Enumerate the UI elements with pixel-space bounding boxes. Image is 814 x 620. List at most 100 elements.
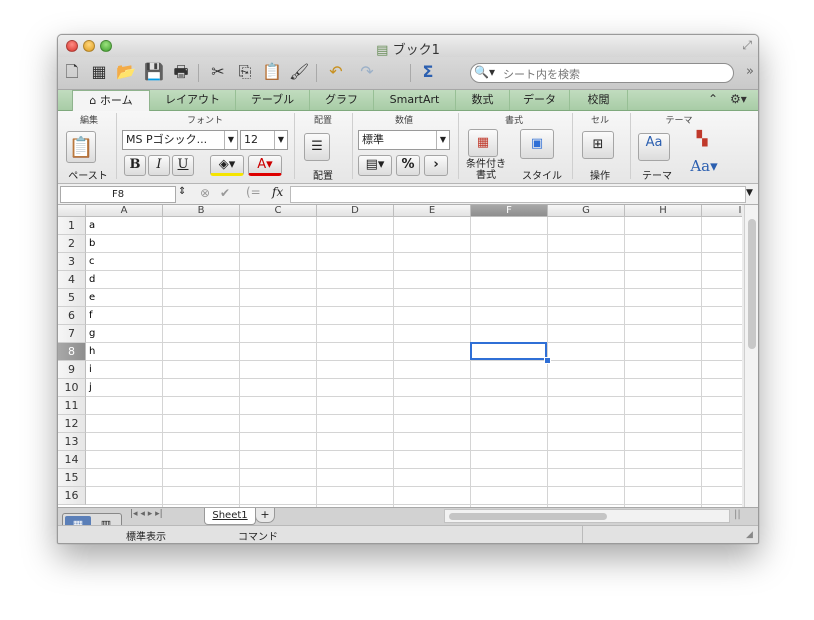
theme-fonts-icon[interactable]: Aa▾ [684,157,724,175]
fill-handle[interactable] [544,357,551,364]
collapse-ribbon-icon[interactable]: ⌃ [708,92,718,106]
fill-color-icon[interactable]: ◈▾ [210,155,244,176]
undo-icon[interactable]: ↶ [326,62,346,82]
enter-icon[interactable]: ✔ [220,186,230,200]
cut-icon[interactable]: ✂ [208,62,228,82]
row-header-1[interactable]: 1 [58,217,86,235]
column-header-A[interactable]: A [86,205,163,217]
vertical-scrollbar[interactable] [744,205,758,507]
row-header-14[interactable]: 14 [58,451,86,469]
tab-chart[interactable]: グラフ [310,90,374,110]
add-sheet-button[interactable]: + [255,508,275,523]
cell-A7[interactable]: g [89,325,95,343]
row-header-7[interactable]: 7 [58,325,86,343]
row-header-10[interactable]: 10 [58,379,86,397]
row-header-5[interactable]: 5 [58,289,86,307]
cell-styles-icon[interactable]: ▣ [520,129,554,159]
copy-icon[interactable]: ⎘ [235,62,255,82]
conditional-format-icon[interactable]: ▦ [468,129,498,157]
themes-icon[interactable]: Aa [638,133,670,161]
paste-icon[interactable]: 📋 [262,62,282,82]
vertical-scroll-thumb[interactable] [748,219,756,349]
selected-cell-F8[interactable] [470,342,547,360]
percent-button[interactable]: % [396,155,420,176]
save-icon[interactable]: 💾 [144,62,164,82]
name-box-stepper-icon[interactable]: ⇕ [178,186,186,197]
column-header-B[interactable]: B [163,205,240,217]
tab-formulas[interactable]: 数式 [456,90,510,110]
autosum-icon[interactable]: Σ [418,62,438,82]
font-name-select[interactable]: MS Pゴシック... ▼ [122,130,238,150]
split-handle-icon[interactable]: || [734,509,741,520]
formula-input[interactable] [290,186,746,203]
cell-A1[interactable]: a [89,217,95,235]
font-color-icon[interactable]: A▾ [248,155,282,176]
horizontal-scroll-thumb[interactable] [449,513,607,520]
bold-button[interactable]: B [124,155,146,176]
fullscreen-icon[interactable]: ⤢ [742,38,752,53]
font-size-select[interactable]: 12 ▼ [240,130,288,150]
print-icon[interactable]: 🖶 [171,62,191,82]
open-icon[interactable]: 📂 [116,62,136,82]
resize-grip-icon[interactable]: ◢ [746,530,753,540]
cell-A10[interactable]: j [89,379,92,397]
redo-icon[interactable]: ↷ [357,62,377,82]
column-header-H[interactable]: H [625,205,702,217]
cells-icon[interactable]: ⊞ [582,131,614,159]
ribbon-settings-icon[interactable]: ⚙▾ [730,92,747,106]
column-header-F[interactable]: F [471,205,548,217]
tab-data[interactable]: データ [510,90,570,110]
sheet-navigation-icon[interactable]: |◂ ◂ ▸ ▸| [130,509,163,519]
worksheet-grid[interactable]: A B C D E F G H I 1 a 2 b 3 c 4 d 5 e 6 f 7 g 8 h 9 i 10 j 11 12 13 14 15… [58,205,742,507]
template-gallery-icon[interactable]: ▦ [89,62,109,82]
theme-colors-icon[interactable]: ▚ [690,131,714,147]
tab-home[interactable]: ⌂ ホーム [72,90,150,111]
column-header-E[interactable]: E [394,205,471,217]
number-format-select[interactable]: 標準 ▼ [358,130,450,150]
name-box[interactable]: F8 [60,186,176,203]
tab-layout[interactable]: レイアウト [150,90,236,110]
cell-A5[interactable]: e [89,289,95,307]
row-header-11[interactable]: 11 [58,397,86,415]
cell-A2[interactable]: b [89,235,95,253]
column-header-C[interactable]: C [240,205,317,217]
function-wizard-icon[interactable]: (= [246,185,261,199]
search-icon[interactable]: 🔍▾ [474,65,495,79]
row-header-16[interactable]: 16 [58,487,86,505]
search-input[interactable] [501,65,725,83]
cell-A4[interactable]: d [89,271,95,289]
row-header-9[interactable]: 9 [58,361,86,379]
paste-big-icon[interactable]: 📋 [66,131,96,163]
expand-formula-icon[interactable]: ▼ [746,188,753,198]
cell-A6[interactable]: f [89,307,93,325]
cell-A9[interactable]: i [89,361,92,379]
row-header-12[interactable]: 12 [58,415,86,433]
toolbar-overflow-icon[interactable]: » [746,64,754,79]
cell-A3[interactable]: c [89,253,95,271]
format-painter-icon[interactable]: 🖌 [289,62,309,82]
italic-button[interactable]: I [148,155,170,176]
comma-style-button[interactable]: › [424,155,448,176]
row-header-13[interactable]: 13 [58,433,86,451]
row-header-2[interactable]: 2 [58,235,86,253]
sheet-search[interactable]: 🔍▾ [470,63,734,83]
row-header-3[interactable]: 3 [58,253,86,271]
tab-smartart[interactable]: SmartArt [374,90,456,110]
underline-button[interactable]: U [172,155,194,176]
tab-table[interactable]: テーブル [236,90,310,110]
horizontal-scrollbar[interactable] [444,509,730,523]
align-icon[interactable]: ☰ [304,133,330,161]
cancel-icon[interactable]: ⊗ [200,186,210,200]
column-header-I[interactable]: I [702,205,742,217]
row-header-4[interactable]: 4 [58,271,86,289]
row-header-6[interactable]: 6 [58,307,86,325]
column-header-D[interactable]: D [317,205,394,217]
sheet-tab-sheet1[interactable]: Sheet1 [204,508,256,525]
cell-A8[interactable]: h [89,343,95,361]
select-all-corner[interactable] [58,205,86,217]
new-document-icon[interactable]: 🗋 [62,62,82,82]
column-header-G[interactable]: G [548,205,625,217]
tab-review[interactable]: 校閲 [570,90,628,110]
currency-icon[interactable]: ▤▾ [358,155,392,176]
row-header-15[interactable]: 15 [58,469,86,487]
